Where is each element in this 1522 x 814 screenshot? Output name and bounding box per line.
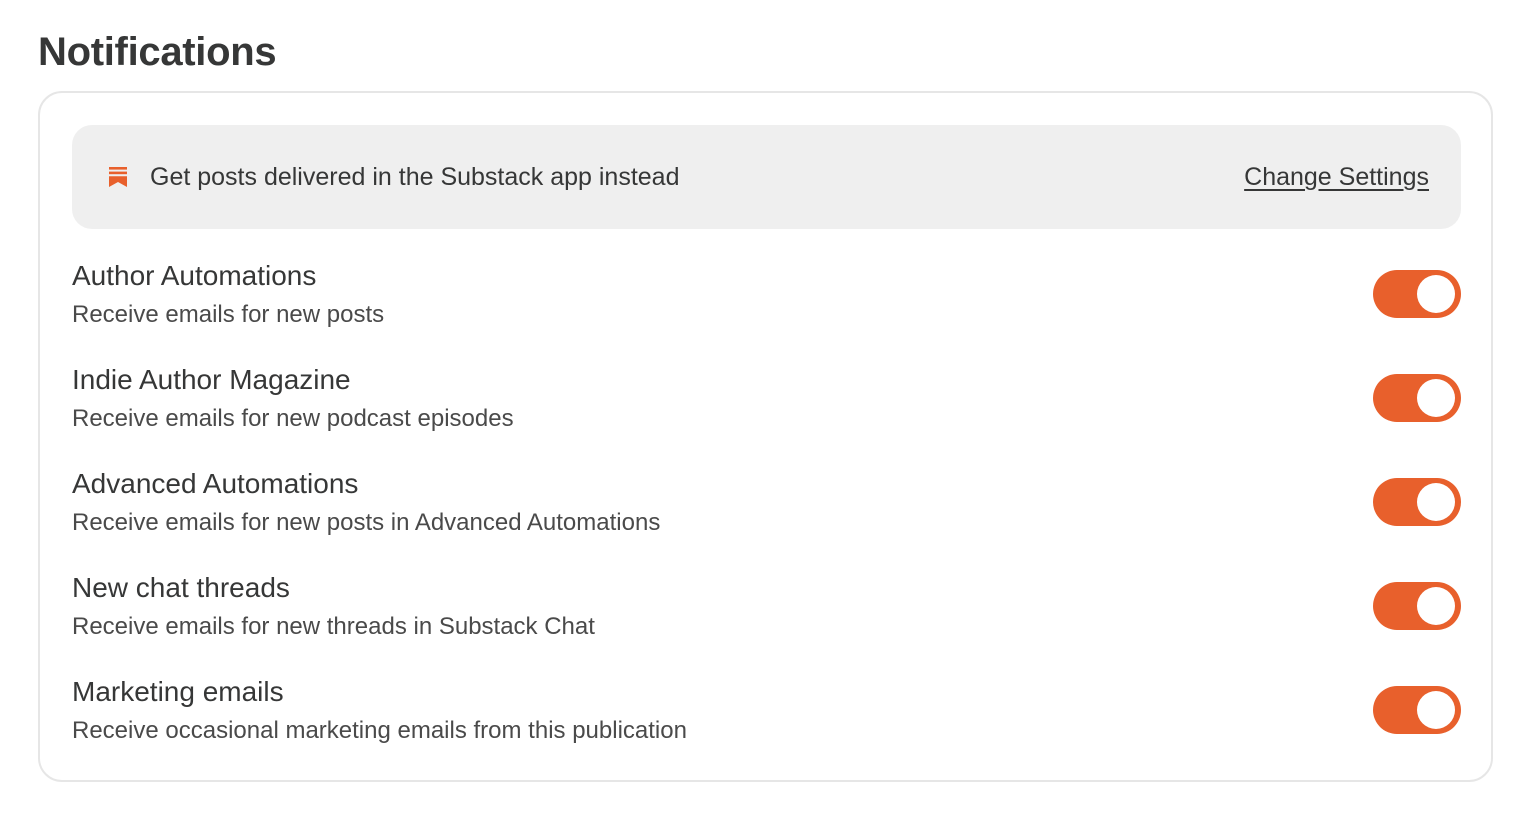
setting-description: Receive occasional marketing emails from… <box>72 717 687 744</box>
substack-logo-icon <box>108 166 128 188</box>
author-automations-toggle[interactable] <box>1373 270 1461 318</box>
setting-title: Marketing emails <box>72 676 284 707</box>
indie-author-magazine-toggle[interactable] <box>1373 374 1461 422</box>
toggle-knob <box>1417 483 1455 521</box>
setting-description: Receive emails for new threads in Substa… <box>72 613 595 640</box>
marketing-emails-toggle[interactable] <box>1373 686 1461 734</box>
setting-title: New chat threads <box>72 572 290 603</box>
setting-description: Receive emails for new posts <box>72 301 385 328</box>
toggle-knob <box>1417 691 1455 729</box>
advanced-automations-toggle[interactable] <box>1373 478 1461 526</box>
setting-title: Author Automations <box>72 260 317 291</box>
notifications-page: Notifications Get posts delivered in the… <box>0 0 1522 814</box>
change-settings-link[interactable]: Change Settings <box>1244 162 1429 192</box>
toggle-knob <box>1417 587 1455 625</box>
setting-description: Receive emails for new podcast episodes <box>72 405 514 432</box>
setting-description: Receive emails for new posts in Advanced… <box>72 509 661 536</box>
setting-title: Indie Author Magazine <box>72 364 351 395</box>
setting-row-marketing-emails: Marketing emails Receive occasional mark… <box>72 673 1461 777</box>
setting-row-new-chat-threads: New chat threads Receive emails for new … <box>72 569 1461 673</box>
new-chat-threads-toggle[interactable] <box>1373 582 1461 630</box>
setting-title: Advanced Automations <box>72 468 359 499</box>
page-title: Notifications <box>38 30 277 74</box>
setting-row-indie-author-magazine: Indie Author Magazine Receive emails for… <box>72 361 1461 465</box>
notifications-card: Get posts delivered in the Substack app … <box>38 91 1493 782</box>
banner-text: Get posts delivered in the Substack app … <box>150 163 680 191</box>
setting-row-author-automations: Author Automations Receive emails for ne… <box>72 257 1461 361</box>
app-delivery-banner: Get posts delivered in the Substack app … <box>72 125 1461 229</box>
setting-row-advanced-automations: Advanced Automations Receive emails for … <box>72 465 1461 569</box>
notification-settings-list: Author Automations Receive emails for ne… <box>72 257 1461 777</box>
toggle-knob <box>1417 275 1455 313</box>
toggle-knob <box>1417 379 1455 417</box>
